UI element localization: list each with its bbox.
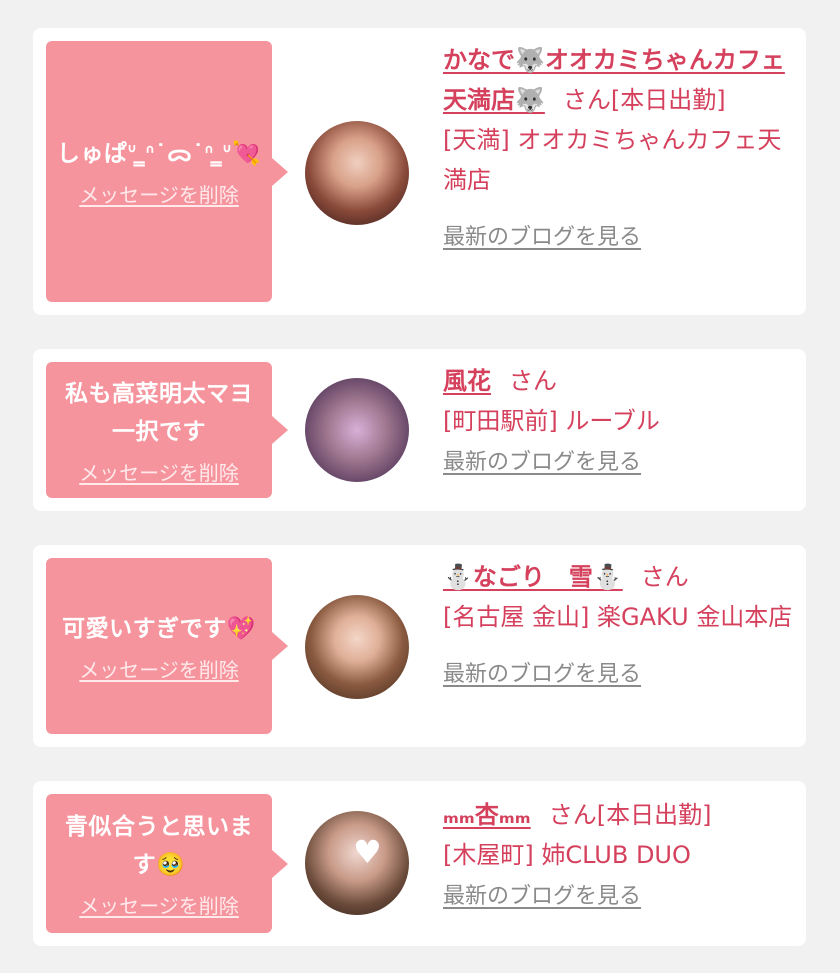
cast-info: 風花 さん [町田駅前] ルーブル 最新のブログを見る bbox=[443, 361, 793, 483]
shop-label: [町田駅前] ルーブル bbox=[443, 407, 660, 435]
cast-info: ⛄なごり 雪⛄ さん [名古屋 金山] 楽GAKU 金山本店 最新のブログを見る bbox=[443, 557, 793, 695]
delete-message-link[interactable]: メッセージを削除 bbox=[79, 457, 239, 486]
message-card: しゅぱᐡ ̳ᐢ˙ᯅ˙ᐢ ̳ᐡ💘 メッセージを削除 かなで🐺オオカミちゃんカフェ天… bbox=[33, 28, 806, 315]
heart-arrow-icon: 💘 bbox=[232, 141, 262, 167]
delete-message-link[interactable]: メッセージを削除 bbox=[79, 179, 239, 208]
delete-message-link[interactable]: メッセージを削除 bbox=[79, 890, 239, 919]
message-card: 可愛いすぎです💖 メッセージを削除 ⛄なごり 雪⛄ さん [名古屋 金山] 楽GA… bbox=[33, 545, 806, 747]
cast-info: ₘₘ杏ₘₘ さん[本日出勤] [木屋町] 姉CLUB DUO 最新のブログを見る bbox=[443, 795, 793, 917]
suffix-label: さん bbox=[562, 86, 611, 114]
heart-icon: ♥ bbox=[353, 833, 382, 871]
status-label: [本日出勤] bbox=[596, 801, 712, 829]
avatar[interactable] bbox=[305, 595, 409, 699]
pleading-face-icon: 🥹 bbox=[156, 852, 186, 878]
message-bubble: しゅぱᐡ ̳ᐢ˙ᯅ˙ᐢ ̳ᐡ💘 メッセージを削除 bbox=[46, 41, 288, 302]
avatar[interactable] bbox=[305, 121, 409, 225]
message-bubble: 私も高菜明太マヨ一択です メッセージを削除 bbox=[46, 362, 288, 498]
view-blog-link[interactable]: 最新のブログを見る bbox=[443, 655, 641, 695]
message-text: しゅぱᐡ ̳ᐢ˙ᯅ˙ᐢ ̳ᐡ💘 bbox=[56, 141, 262, 167]
suffix-label: さん bbox=[548, 801, 597, 829]
view-blog-link[interactable]: 最新のブログを見る bbox=[443, 877, 641, 917]
sparkling-heart-icon: 💖 bbox=[226, 615, 256, 642]
view-blog-link[interactable]: 最新のブログを見る bbox=[443, 218, 641, 258]
cast-name-link[interactable]: 風花 bbox=[443, 367, 491, 395]
message-text: 青似合うと思います🥹 bbox=[65, 814, 253, 878]
avatar[interactable]: ♥ bbox=[305, 811, 409, 915]
message-text: 可愛いすぎです💖 bbox=[62, 615, 256, 642]
cast-info: かなで🐺オオカミちゃんカフェ天満店🐺 さん[本日出勤] [天満] オオカミちゃんカ… bbox=[443, 40, 793, 258]
message-bubble: 青似合うと思います🥹 メッセージを削除 bbox=[46, 794, 288, 933]
cast-name-link[interactable]: ⛄なごり 雪⛄ bbox=[443, 563, 623, 591]
message-bubble: 可愛いすぎです💖 メッセージを削除 bbox=[46, 558, 288, 734]
message-card: 私も高菜明太マヨ一択です メッセージを削除 風花 さん [町田駅前] ルーブル 最… bbox=[33, 349, 806, 511]
shop-label: [木屋町] 姉CLUB DUO bbox=[443, 841, 691, 869]
shop-label: [天満] オオカミちゃんカフェ天満店 bbox=[443, 126, 782, 194]
avatar[interactable] bbox=[305, 378, 409, 482]
message-text: 私も高菜明太マヨ一択です bbox=[65, 380, 253, 445]
status-label: [本日出勤] bbox=[610, 86, 726, 114]
delete-message-link[interactable]: メッセージを削除 bbox=[79, 654, 239, 683]
shop-label: [名古屋 金山] 楽GAKU 金山本店 bbox=[443, 603, 793, 631]
message-card: 青似合うと思います🥹 メッセージを削除 ♥ ₘₘ杏ₘₘ さん[本日出勤] [木屋町… bbox=[33, 781, 806, 946]
view-blog-link[interactable]: 最新のブログを見る bbox=[443, 443, 641, 483]
suffix-label: さん bbox=[509, 367, 557, 395]
suffix-label: さん bbox=[640, 563, 689, 591]
cast-name-link[interactable]: ₘₘ杏ₘₘ bbox=[443, 801, 531, 829]
